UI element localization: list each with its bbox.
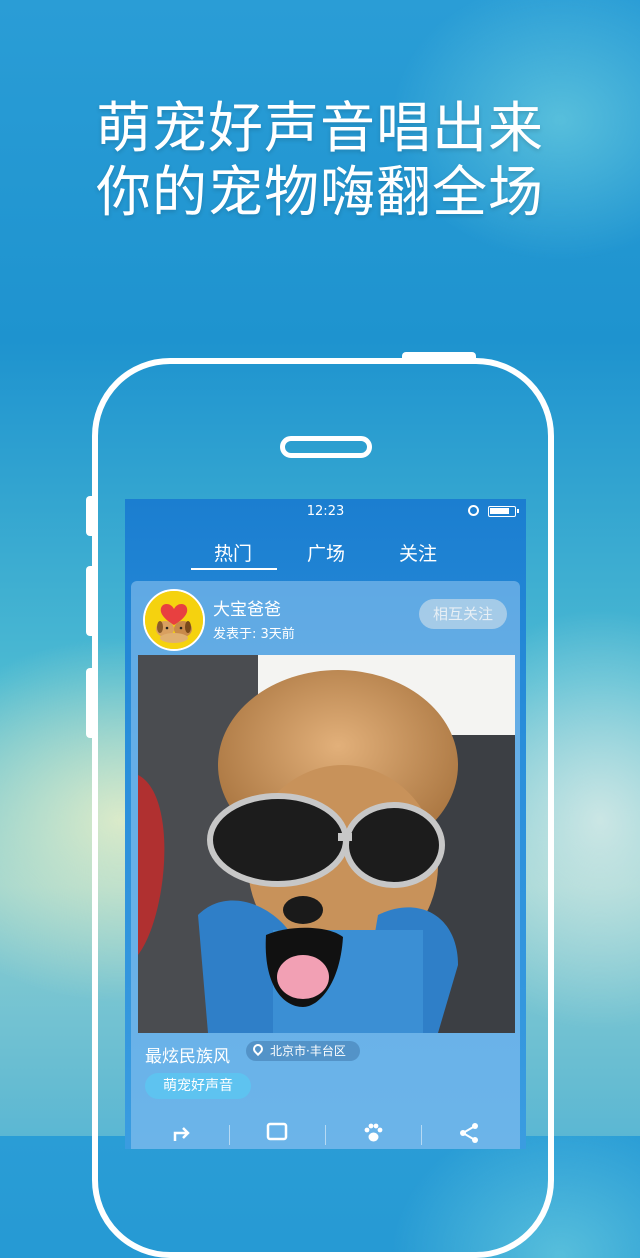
follow-button[interactable]: 相互关注 bbox=[419, 599, 507, 629]
action-divider bbox=[325, 1125, 326, 1145]
song-title: 最炫民族风 bbox=[145, 1047, 230, 1067]
tab-follow[interactable]: 关注 bbox=[378, 539, 458, 566]
topic-tag[interactable]: 萌宠好声音 bbox=[145, 1073, 251, 1099]
avatar[interactable] bbox=[143, 589, 205, 651]
share-icon[interactable] bbox=[457, 1121, 481, 1145]
action-divider bbox=[229, 1125, 230, 1145]
location-label: 北京市·丰台区 bbox=[270, 1044, 346, 1058]
headline-line-1: 萌宠好声音唱出来 bbox=[95, 96, 544, 160]
action-divider bbox=[421, 1125, 422, 1145]
share-forward-icon[interactable] bbox=[171, 1121, 195, 1145]
app-screen: 12:23 热门 广场 关注 大宝爸爸 发表于: 3天前 相互关注 最炫民族风 … bbox=[125, 499, 526, 1149]
paw-icon[interactable] bbox=[361, 1121, 385, 1145]
tab-active-underline bbox=[191, 568, 277, 570]
alarm-icon bbox=[468, 505, 479, 516]
battery-icon bbox=[488, 506, 519, 517]
headline-line-2: 你的宠物嗨翻全场 bbox=[95, 160, 544, 224]
tab-square[interactable]: 广场 bbox=[286, 539, 366, 566]
tab-hot[interactable]: 热门 bbox=[193, 539, 273, 566]
location-badge[interactable]: 北京市·丰台区 bbox=[246, 1041, 360, 1061]
promo-headline: 萌宠好声音唱出来 你的宠物嗨翻全场 bbox=[0, 96, 640, 224]
avatar-dogs-image bbox=[145, 591, 203, 649]
status-time: 12:23 bbox=[306, 504, 345, 519]
user-name[interactable]: 大宝爸爸 bbox=[213, 595, 281, 620]
post-time: 发表于: 3天前 bbox=[213, 627, 295, 642]
location-pin-icon bbox=[250, 1041, 266, 1057]
action-bar bbox=[131, 1117, 520, 1149]
pet-photo[interactable] bbox=[138, 655, 515, 1033]
pet-dog-image bbox=[138, 655, 515, 1033]
comment-icon[interactable] bbox=[265, 1121, 289, 1145]
phone-speaker bbox=[280, 436, 372, 458]
status-bar: 12:23 bbox=[125, 499, 526, 525]
post-card[interactable]: 大宝爸爸 发表于: 3天前 相互关注 最炫民族风 北京市·丰台区 萌宠好声音 bbox=[131, 581, 520, 1149]
tab-bar: 热门 广场 关注 bbox=[125, 535, 526, 571]
